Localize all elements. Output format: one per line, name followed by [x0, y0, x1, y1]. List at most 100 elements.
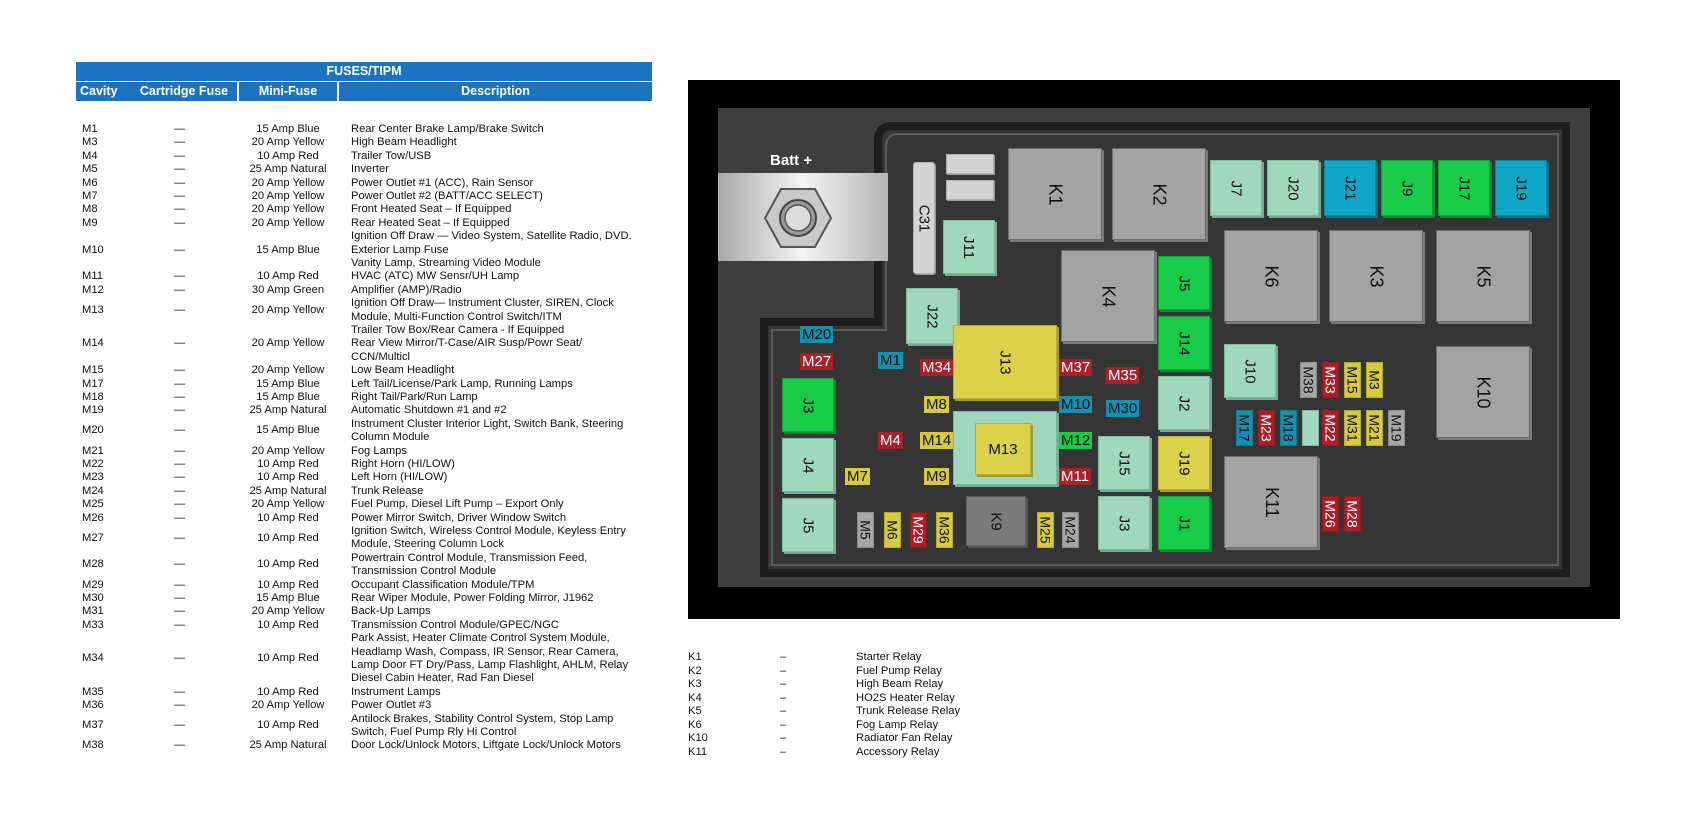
- fuse-rating: 10 Amp Red: [257, 458, 319, 470]
- fuse-cavity: M19: [82, 404, 104, 417]
- fuse-cartridge: —: [174, 531, 186, 544]
- fuse-cavity: M20: [82, 424, 104, 437]
- fuse-description: Power Mirror Switch, Driver Window Switc…: [351, 512, 566, 525]
- table-row: M34 — 10 Amp Red Park Assist, Heater Climat…: [0, 632, 680, 686]
- table-row: M1 — 15 Amp Blue Rear Center Brake Lamp/Bra…: [0, 123, 680, 136]
- fuse-cartridge: —: [174, 270, 186, 283]
- fuse-m8: M8: [924, 396, 949, 413]
- fuse-cartridge: —: [174, 578, 186, 591]
- table-row: M28 — 10 Amp Red Powertrain Control Module,…: [0, 552, 680, 579]
- fuse-rating: 20 Amp Yellow: [251, 136, 325, 149]
- table-row: M35 — 10 Amp Red Instrument Lamps: [0, 686, 680, 699]
- fuse-cartridge: —: [174, 176, 186, 189]
- fuse-m22: M22: [1322, 410, 1339, 446]
- fuse-m18: M18: [1280, 410, 1297, 446]
- fuse-cavity: M31: [82, 605, 104, 618]
- description-line: Module, Steering Column Lock: [351, 538, 504, 551]
- table-row: M27 — 10 Amp Red Ignition Switch, Wireless …: [0, 525, 680, 552]
- fuse-cartridge: —: [174, 337, 186, 350]
- mini-slot-bottom: [946, 180, 994, 200]
- c31-cartridge: C31: [913, 162, 935, 274]
- fuse-description: Rear Wiper Module, Power Folding Mirror,…: [351, 592, 594, 605]
- fuse-cartridge: —: [174, 364, 186, 377]
- fuse-cartridge: —: [174, 605, 186, 618]
- fuse-rating: 20 Amp Yellow: [251, 303, 325, 316]
- fuse-cartridge: —: [174, 203, 186, 216]
- fuse-cavity: M10: [82, 243, 104, 256]
- description-line: Rear View Mirror/T-Case/AIR Susp/Powr Se…: [351, 337, 583, 350]
- header-cartridge-fuse: Cartridge Fuse: [131, 82, 237, 101]
- fuse-j2: J2: [1158, 376, 1210, 430]
- table-row: M7 — 20 Amp Yellow Power Outlet #2 (BATT/AC…: [0, 190, 680, 203]
- fuse-cavity: M28: [82, 558, 104, 571]
- table-row: M13 — 20 Amp Yellow Ignition Off Draw— Inst…: [0, 297, 680, 324]
- fuse-cavity: M12: [82, 283, 104, 296]
- relay-k9: K9: [966, 496, 1026, 546]
- fuse-m34: M34: [920, 359, 954, 376]
- fuse-description: Ignition Off Draw — Video System, Satell…: [351, 230, 632, 270]
- description-line: Column Module: [351, 431, 430, 444]
- fuse-m36: M36: [936, 512, 953, 548]
- table-row: M37 — 10 Amp Red Antilock Brakes, Stability…: [0, 713, 680, 740]
- fuse-description: Fuel Pump, Diesel Lift Pump – Export Onl…: [351, 498, 564, 511]
- fuse-cavity: M22: [82, 458, 104, 470]
- table-title: FUSES/TIPM: [76, 62, 652, 81]
- batt-plus-label: Batt +: [770, 152, 813, 169]
- fuse-rating: 10 Amp Red: [257, 270, 319, 283]
- fuse-cavity: M14: [82, 337, 104, 350]
- fuse-rating: 10 Amp Red: [257, 719, 319, 732]
- table-row: M24 — 25 Amp Natural Trunk Release: [0, 485, 680, 498]
- fuse-description: Inverter: [351, 163, 389, 176]
- fuse-description: Trunk Release: [351, 485, 423, 498]
- fuse-description: Door Lock/Unlock Motors, Liftgate Lock/U…: [351, 739, 621, 752]
- fuse-rating: 30 Amp Green: [251, 283, 325, 296]
- fuse-j3-right: J3: [1098, 496, 1150, 550]
- fuse-j19-top: J19: [1495, 160, 1547, 216]
- fuse-description: Low Beam Headlight: [351, 364, 454, 377]
- fuse-j20: J20: [1267, 160, 1319, 216]
- fuse-blank-slot: [1302, 410, 1319, 446]
- fuse-j5-right: J5: [1158, 256, 1210, 310]
- relay-k6: K6: [1224, 230, 1318, 322]
- table-row: M19 — 25 Amp Natural Automatic Shutdown #1 …: [0, 404, 680, 417]
- description-line: Amplifier (AMP)/Radio: [351, 283, 462, 296]
- description-line: Ignition Off Draw — Video System, Satell…: [351, 230, 632, 243]
- fuse-description: Ignition Switch, Wireless Control Module…: [351, 525, 626, 552]
- relay-id: K5: [688, 705, 702, 717]
- description-line: Left Tail/License/Park Lamp, Running Lam…: [351, 377, 573, 390]
- fuse-description: Transmission Control Module/GPEC/NGC: [351, 619, 559, 632]
- fuse-cartridge: —: [174, 283, 186, 296]
- description-line: Ignition Off Draw— Instrument Cluster, S…: [351, 297, 614, 310]
- fuse-rating: 15 Amp Blue: [256, 592, 320, 604]
- battery-nut-icon: [764, 188, 832, 248]
- fuse-m3: M3: [1366, 362, 1383, 398]
- fuse-rating: 20 Amp Yellow: [251, 364, 325, 377]
- fuse-description: Power Outlet #2 (BATT/ACC SELECT): [351, 190, 543, 203]
- relay-k10: K10: [1436, 346, 1530, 438]
- fuse-m23: M23: [1258, 410, 1275, 446]
- fuse-rating: 20 Amp Yellow: [251, 190, 325, 202]
- fuse-m14: M14: [920, 432, 954, 449]
- fuse-m24: M24: [1062, 512, 1079, 548]
- table-row: M33 — 10 Amp Red Transmission Control Modul…: [0, 619, 680, 632]
- fuse-cartridge: —: [174, 404, 186, 417]
- fuse-rating: 10 Amp Red: [257, 685, 319, 698]
- fuse-cartridge: —: [174, 190, 186, 202]
- relay-k2: K2: [1112, 148, 1206, 240]
- fuse-rating: 15 Amp Blue: [256, 243, 320, 256]
- relay-id: K3: [688, 678, 702, 690]
- fuse-cavity: M29: [82, 578, 104, 591]
- fuse-m10: M10: [1059, 396, 1093, 413]
- fuse-cartridge: —: [174, 618, 186, 631]
- table-row: M17 — 15 Amp Blue Left Tail/License/Park La…: [0, 378, 680, 391]
- fuse-cartridge: —: [174, 592, 186, 604]
- fuse-cartridge: —: [174, 303, 186, 316]
- fuse-cavity: M17: [82, 377, 104, 390]
- fuse-cartridge: —: [174, 243, 186, 256]
- fuse-cavity: M36: [82, 699, 104, 712]
- fuse-cartridge: —: [174, 558, 186, 571]
- fuse-description: Power Outlet #1 (ACC), Rain Sensor: [351, 177, 533, 190]
- fuse-cavity: M26: [82, 511, 104, 524]
- header-description: Description: [339, 82, 652, 101]
- fuse-cartridge: —: [174, 136, 186, 149]
